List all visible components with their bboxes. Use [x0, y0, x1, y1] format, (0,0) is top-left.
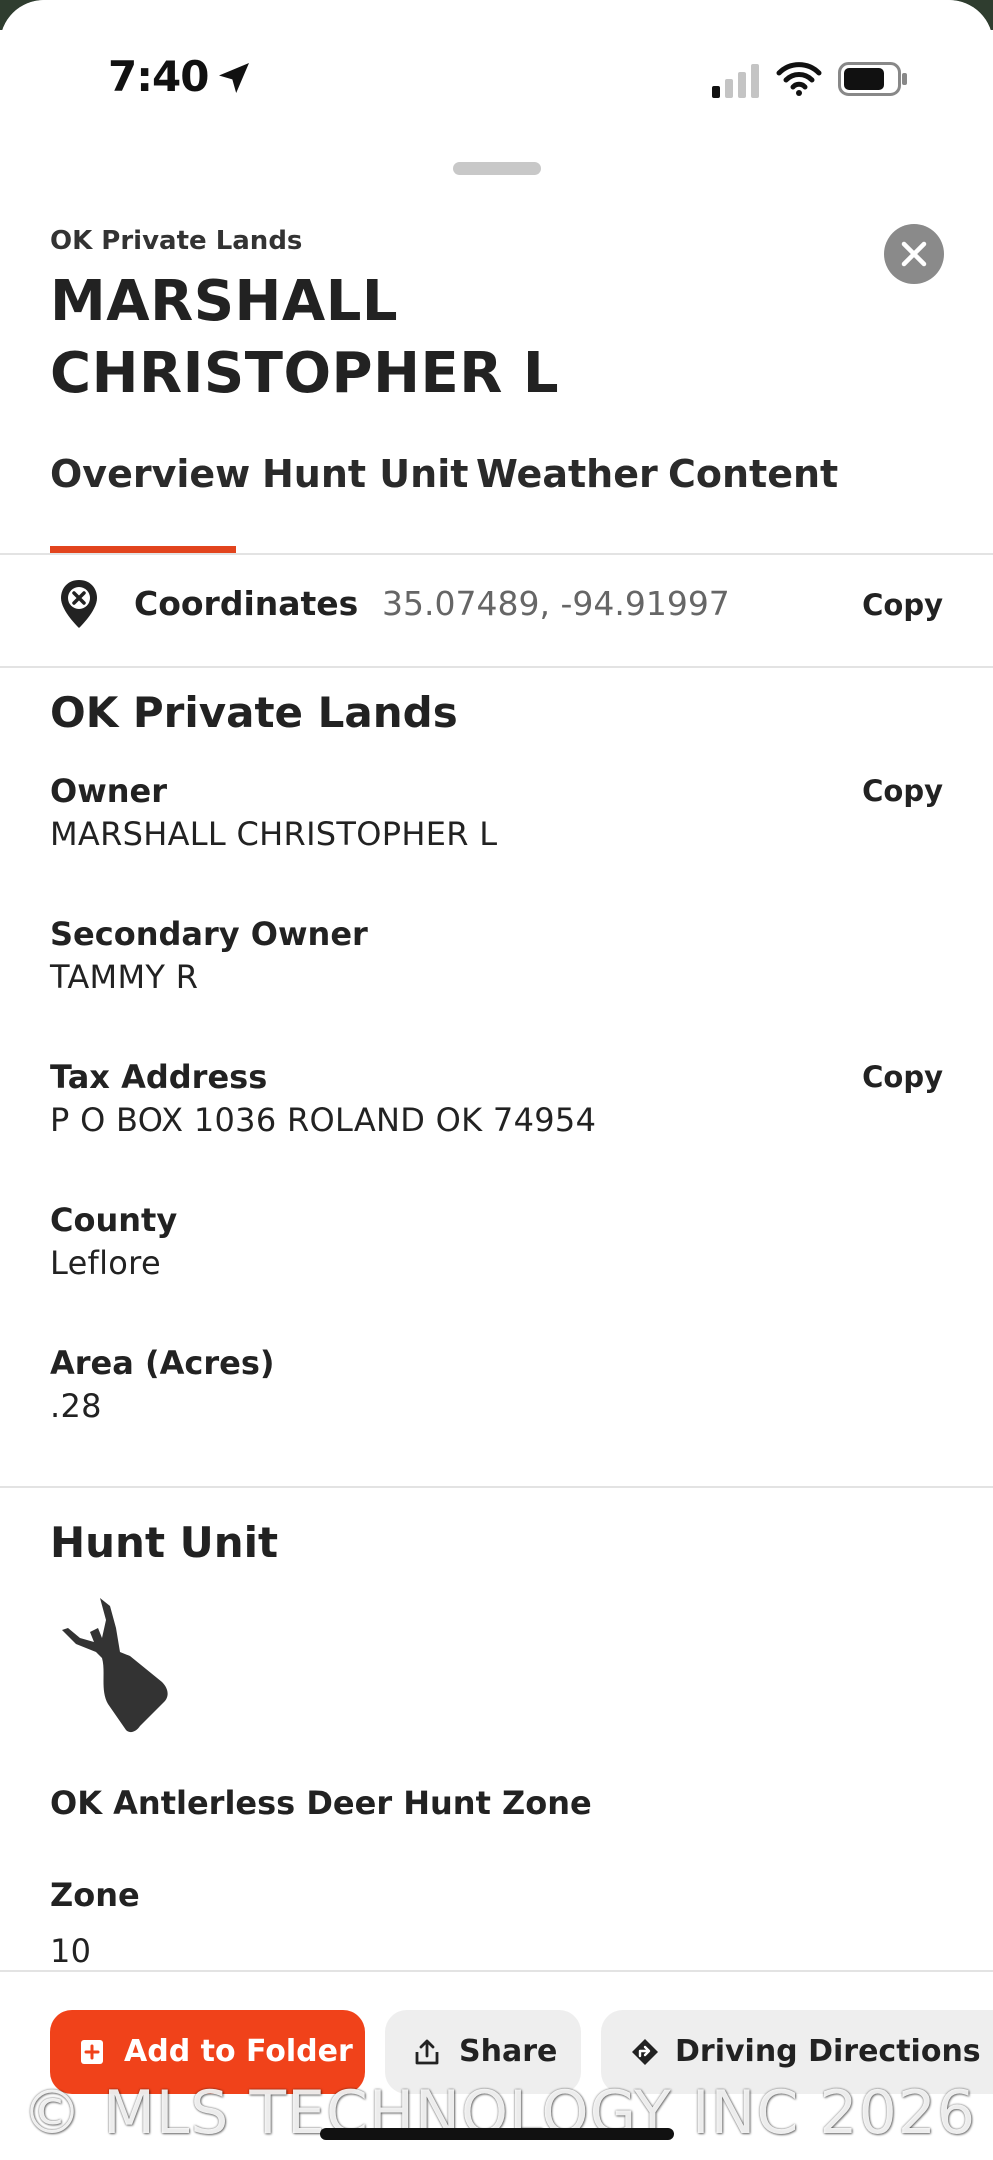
private-lands-section-title: OK Private Lands — [50, 688, 458, 737]
cellular-signal-icon — [712, 64, 759, 98]
tab-hunt-unit[interactable]: Hunt Unit — [262, 452, 468, 496]
close-button[interactable] — [884, 224, 944, 284]
location-arrow-icon — [219, 63, 249, 93]
close-icon — [901, 241, 927, 267]
driving-directions-label: Driving Directions — [675, 2034, 981, 2069]
wifi-icon — [776, 62, 822, 96]
coordinates-value: 35.07489, -94.91997 — [382, 584, 730, 623]
copy-owner-button[interactable]: Copy — [862, 774, 943, 808]
add-folder-icon — [81, 2040, 103, 2064]
header-subtitle: OK Private Lands — [50, 226, 303, 256]
battery-icon — [838, 62, 907, 96]
home-indicator[interactable] — [320, 2128, 674, 2140]
tab-overview[interactable]: Overview — [50, 452, 250, 496]
tax-address-label: Tax Address — [50, 1058, 268, 1096]
zone-value: 10 — [50, 1932, 92, 1970]
share-icon — [415, 2039, 439, 2065]
county-value: Leflore — [50, 1244, 161, 1282]
status-bar: 7:40 — [0, 0, 993, 140]
active-tab-indicator — [50, 546, 236, 553]
page-title: MARSHALL CHRISTOPHER L — [50, 269, 560, 406]
zone-label: Zone — [50, 1876, 140, 1914]
share-label: Share — [459, 2034, 558, 2069]
divider — [0, 553, 993, 555]
tax-address-value: P O BOX 1036 ROLAND OK 74954 — [50, 1101, 597, 1139]
tab-weather[interactable]: Weather — [476, 452, 658, 496]
coordinates-label: Coordinates — [134, 584, 359, 623]
map-pin-icon — [61, 580, 97, 628]
divider — [0, 666, 993, 668]
county-label: County — [50, 1201, 178, 1239]
area-label: Area (Acres) — [50, 1344, 275, 1382]
bottom-sheet: 7:40 OK Private Lands MARSHALL CHRISTOPH… — [0, 0, 993, 2160]
divider — [0, 1486, 993, 1488]
sheet-grabber[interactable] — [453, 162, 541, 175]
hunt-zone-name: OK Antlerless Deer Hunt Zone — [50, 1784, 592, 1822]
directions-icon — [632, 2039, 658, 2065]
divider — [0, 1970, 993, 1972]
add-to-folder-label: Add to Folder — [124, 2034, 353, 2069]
tab-content[interactable]: Content — [668, 452, 838, 496]
copy-tax-address-button[interactable]: Copy — [862, 1060, 943, 1094]
secondary-owner-label: Secondary Owner — [50, 915, 368, 953]
owner-label: Owner — [50, 772, 168, 810]
copy-coordinates-button[interactable]: Copy — [862, 588, 943, 622]
secondary-owner-value: TAMMY R — [50, 958, 199, 996]
hunt-unit-section-title: Hunt Unit — [50, 1518, 279, 1567]
owner-value: MARSHALL CHRISTOPHER L — [50, 815, 498, 853]
deer-head-icon — [62, 1598, 168, 1733]
area-value: .28 — [50, 1387, 102, 1425]
status-time: 7:40 — [108, 52, 209, 101]
